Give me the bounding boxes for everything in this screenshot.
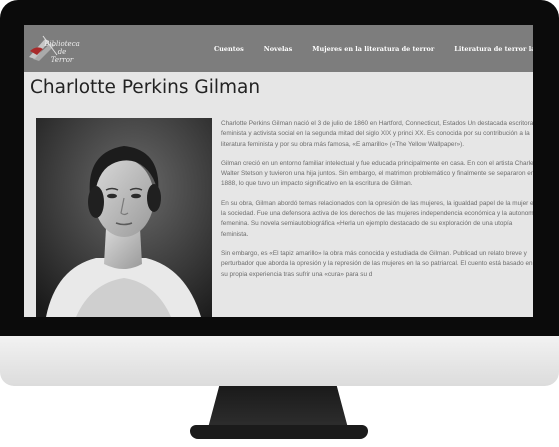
author-portrait [36, 118, 212, 317]
menu-item-mujeres[interactable]: Mujeres en la literatura de terror [312, 45, 434, 53]
site-logo[interactable]: Biblioteca de Terror [27, 31, 85, 65]
monitor-screen: Biblioteca de Terror Cuentos Novelas Muj… [24, 25, 533, 317]
monitor-stand [208, 386, 348, 428]
menu-item-novelas[interactable]: Novelas [264, 45, 293, 53]
monitor-stand-base [190, 425, 368, 439]
article-paragraph-4: Sin embargo, es «El tapiz amarillo» la o… [221, 249, 533, 278]
menu-item-latinoamericana[interactable]: Literatura de terror latinoamer [454, 45, 533, 53]
menu-item-cuentos[interactable]: Cuentos [214, 45, 244, 53]
portrait-image [36, 118, 212, 317]
main-menu: Cuentos Novelas Mujeres en la literatura… [214, 25, 533, 72]
article-paragraph-1: Charlotte Perkins Gilman nació el 3 de j… [221, 120, 533, 148]
logo-text-line1: Biblioteca de [44, 40, 80, 56]
article-body: Charlotte Perkins Gilman nació el 3 de j… [221, 119, 533, 289]
monitor-chin [0, 336, 559, 386]
article-paragraph-2: Gilman creció en un entorno familiar int… [221, 159, 533, 188]
logo-text: Biblioteca de Terror [39, 40, 85, 64]
logo-text-line2: Terror [50, 56, 74, 64]
site-navbar: Biblioteca de Terror Cuentos Novelas Muj… [24, 25, 533, 72]
page-title: Charlotte Perkins Gilman [30, 77, 261, 98]
article-paragraph-3: En su obra, Gilman abordó temas relacion… [221, 199, 533, 238]
